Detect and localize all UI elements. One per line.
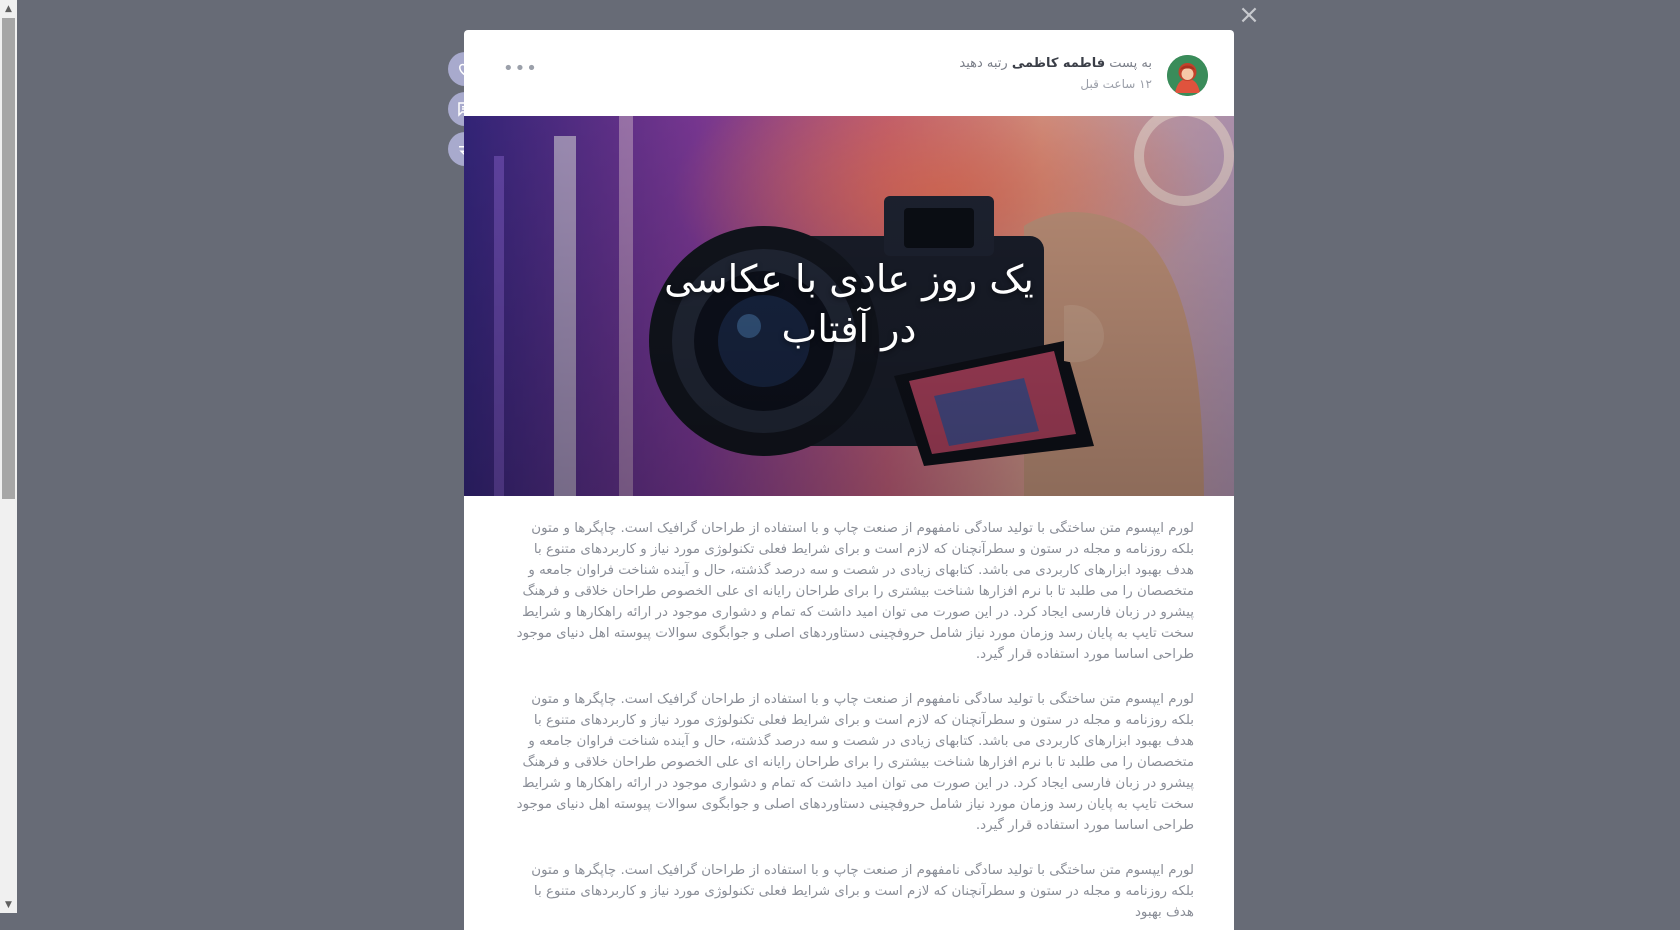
post-header: به پست فاطمه کاظمی رتبه دهید ۱۲ ساعت قبل… [464,30,1234,116]
author-line: به پست فاطمه کاظمی رتبه دهید [959,56,1152,71]
hero-title-line-1: یک روز عادی با عکاسی [664,257,1034,301]
scroll-up-arrow-icon[interactable]: ▲ [0,0,17,17]
avatar[interactable] [1167,55,1208,96]
body-paragraph: لورم ایپسوم متن ساختگی با تولید سادگی نا… [531,863,1194,920]
hero-title-line-2: در آفتاب [781,307,917,351]
hero-image: یک روز عادی با عکاسی در آفتاب [464,116,1234,496]
hero-title: یک روز عادی با عکاسی در آفتاب [464,254,1234,354]
author-suffix: رتبه دهید [959,56,1008,71]
post-time: ۱۲ ساعت قبل [1080,77,1152,91]
scroll-down-arrow-icon[interactable]: ▼ [0,896,17,913]
more-options-icon[interactable]: ••• [503,58,538,79]
page-scrollbar[interactable]: ▲ ▼ [0,0,17,913]
post-body: لورم ایپسوم متن ساختگی با تولید سادگی نا… [464,496,1234,923]
body-paragraph: لورم ایپسوم متن ساختگی با تولید سادگی نا… [516,521,1194,662]
body-paragraph: لورم ایپسوم متن ساختگی با تولید سادگی نا… [516,692,1194,833]
author-prefix: به پست [1109,56,1152,71]
post-modal: به پست فاطمه کاظمی رتبه دهید ۱۲ ساعت قبل… [464,30,1234,930]
author-name[interactable]: فاطمه کاظمی [1012,56,1105,71]
scroll-thumb[interactable] [2,18,15,499]
close-icon[interactable]: × [1238,2,1260,28]
